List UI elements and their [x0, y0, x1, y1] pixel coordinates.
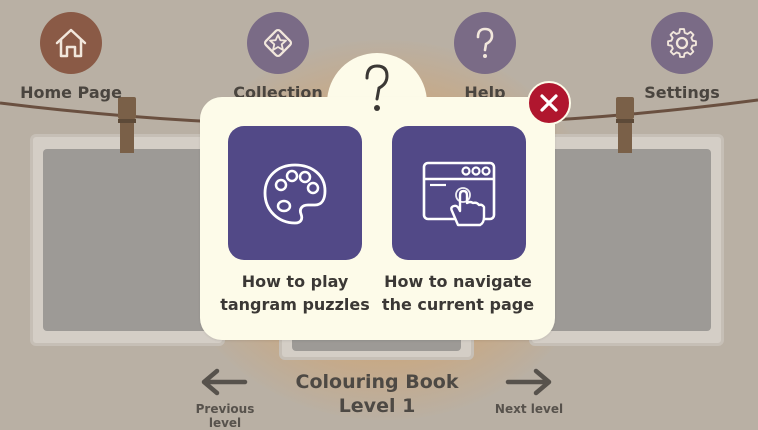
star-badge-icon[interactable] — [247, 12, 309, 74]
close-button[interactable] — [527, 81, 571, 125]
nav-home-label: Home Page — [20, 83, 122, 102]
house-icon[interactable] — [40, 12, 102, 74]
level-title-line1: Colouring Book — [295, 371, 459, 393]
question-mark-icon — [357, 62, 397, 114]
option-tangram-label-line2: tangram puzzles — [220, 295, 370, 314]
level-title: Colouring Book Level 1 — [272, 370, 482, 418]
next-level-button[interactable]: Next level — [486, 366, 572, 416]
option-tangram-help[interactable]: How to play tangram puzzles — [220, 126, 370, 314]
option-navigation-label-line1: How to navigate — [384, 272, 532, 291]
arrow-left-icon — [201, 368, 248, 396]
clothespin-right — [616, 97, 634, 153]
option-navigation-label-line2: the current page — [381, 295, 535, 314]
nav-help[interactable]: Help — [420, 12, 550, 102]
nav-settings[interactable]: Settings — [617, 12, 747, 102]
palette-icon[interactable] — [228, 126, 362, 260]
nav-collection[interactable]: Collection — [213, 12, 343, 102]
nav-home[interactable]: Home Page — [6, 12, 136, 102]
clothespin-left — [118, 97, 136, 153]
option-tangram-label-line1: How to play — [241, 272, 349, 291]
next-level-label: Next level — [494, 402, 564, 416]
previous-level-label: Previous level — [195, 402, 255, 430]
arrow-right-icon — [505, 368, 552, 396]
option-navigation-help[interactable]: How to navigate the current page — [382, 126, 534, 314]
picture-frame-left[interactable] — [30, 134, 225, 346]
nav-settings-label: Settings — [644, 83, 720, 102]
level-title-line2: Level 1 — [338, 395, 416, 417]
gear-icon[interactable] — [651, 12, 713, 74]
question-mark-icon[interactable] — [454, 12, 516, 74]
close-icon — [540, 94, 558, 112]
previous-level-button[interactable]: Previous level — [181, 366, 269, 430]
picture-frame-right[interactable] — [529, 134, 724, 346]
browser-click-icon[interactable] — [392, 126, 526, 260]
